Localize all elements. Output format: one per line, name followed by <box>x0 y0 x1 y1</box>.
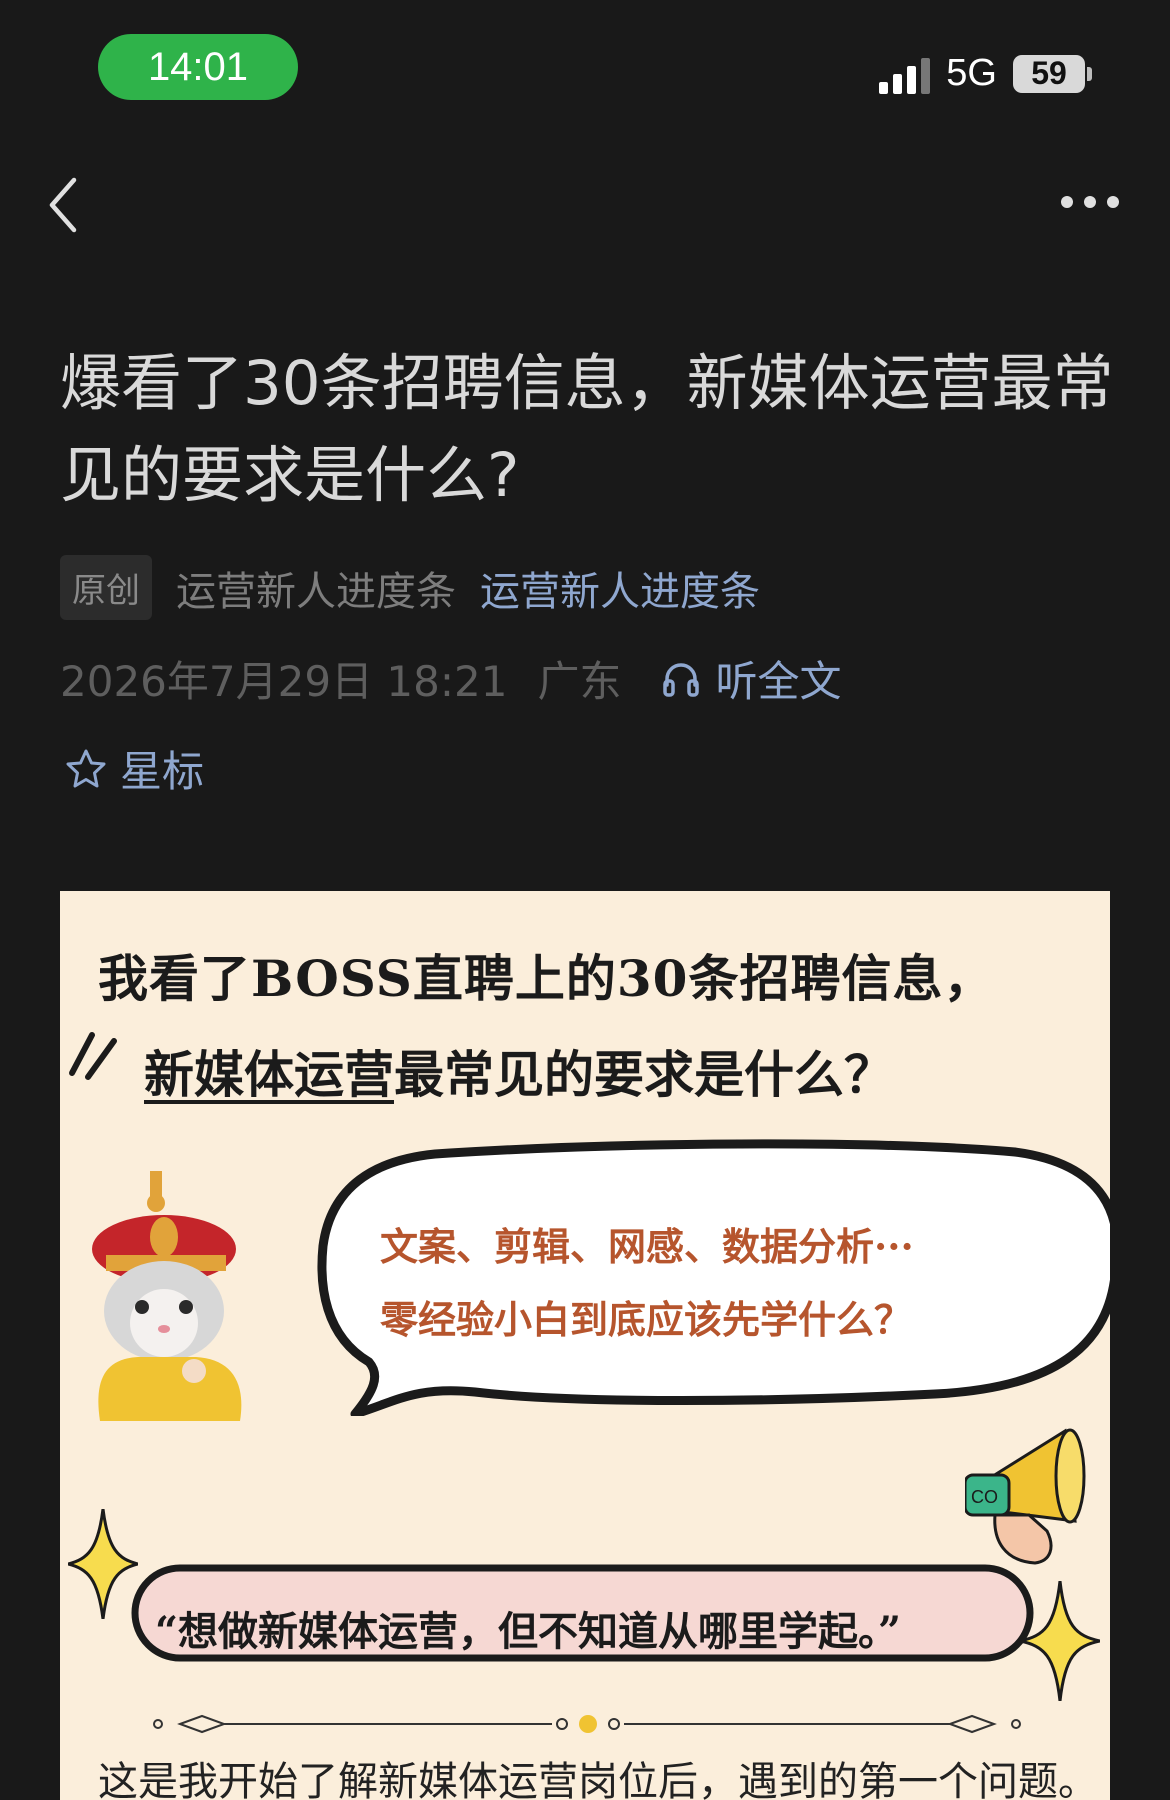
star-button[interactable]: 星标 <box>64 738 204 799</box>
star-label: 星标 <box>120 747 205 796</box>
network-type: 5G <box>946 52 997 94</box>
nav-bar <box>0 160 1170 250</box>
cover-image[interactable]: 我看了BOSS直聘上的30条招聘信息， 新媒体运营最常见的要求是什么？ 文案、剪… <box>60 891 1110 1800</box>
article-date-row: 2026年7月29日 18:21 广东 听全文 <box>60 648 841 709</box>
listen-label: 听全文 <box>715 657 842 706</box>
ornament-divider <box>153 1714 1021 1734</box>
sparkle-icon <box>68 1509 138 1619</box>
article-meta: 原创 运营新人进度条 运营新人进度条 <box>60 555 760 620</box>
bubble-line-1: 文案、剪辑、网感、数据分析··· <box>380 1224 914 1269</box>
publish-location: 广东 <box>537 657 622 706</box>
slash-marks-decoration <box>69 1032 117 1080</box>
cover-headline-rest: 最常见的要求是什么？ <box>394 1045 894 1104</box>
battery-level: 59 <box>1013 54 1085 93</box>
more-horizontal-icon <box>1061 196 1119 208</box>
original-badge: 原创 <box>60 555 152 620</box>
status-time: 14:01 <box>98 34 298 100</box>
megaphone-label: CO <box>971 1487 998 1507</box>
megaphone-illustration: CO <box>965 1428 1086 1565</box>
chevron-left-icon <box>49 177 77 233</box>
cover-headline-1: 我看了BOSS直聘上的30条招聘信息， <box>98 949 995 1008</box>
author-name: 运营新人进度条 <box>176 568 456 615</box>
more-button[interactable] <box>1058 182 1122 222</box>
bubble-line-2: 零经验小白到底应该先学什么？ <box>380 1297 913 1342</box>
star-icon <box>66 749 106 787</box>
status-indicators: 5G 59 <box>879 52 1092 95</box>
status-bar: 14:01 5G 59 <box>0 0 1170 140</box>
headphones-icon <box>663 662 700 697</box>
cover-headline-underlined: 新媒体运营 <box>144 1045 394 1104</box>
cat-emperor-illustration <box>92 1171 242 1421</box>
article-title: 爆看了30条招聘信息，新媒体运营最常见的要求是什么? <box>60 348 1114 511</box>
battery-icon: 59 <box>1013 54 1092 93</box>
back-button[interactable] <box>40 170 90 240</box>
account-link[interactable]: 运营新人进度条 <box>480 559 760 617</box>
speech-bubble <box>317 1139 1110 1416</box>
signal-icon <box>879 54 931 94</box>
publish-datetime: 2026年7月29日 18:21 <box>60 657 508 706</box>
listen-button[interactable]: 听全文 <box>661 648 841 709</box>
cover-headline-2: 新媒体运营最常见的要求是什么？ <box>144 1035 894 1107</box>
cover-bottom-text: 这是我开始了解新媒体运营岗位后，遇到的第一个问题。 <box>98 1759 1098 1800</box>
cover-quote: “想做新媒体运营，但不知道从哪里学起。” <box>155 1608 902 1655</box>
